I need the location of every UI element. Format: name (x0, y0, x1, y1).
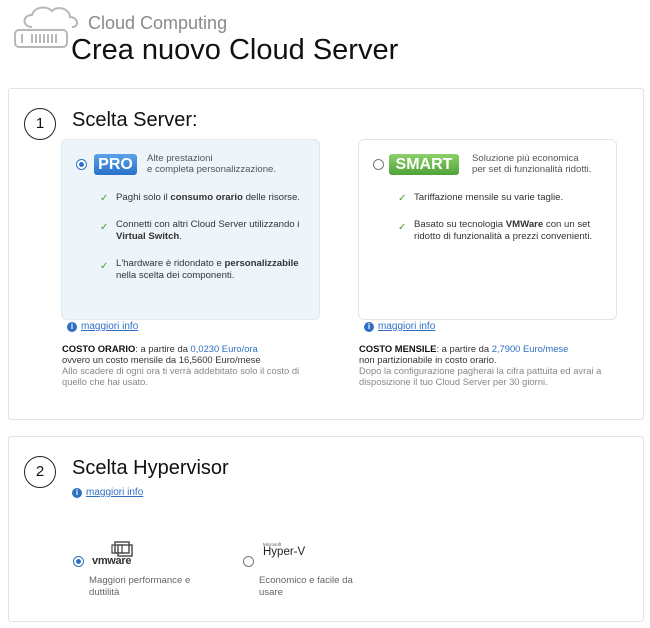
step-number-1: 1 (24, 108, 56, 140)
pro-server-card[interactable]: PRO Alte prestazioni e completa personal… (61, 139, 320, 320)
server-choice-section: 1 Scelta Server: PRO Alte prestazioni e … (8, 88, 644, 420)
check-icon: ✓ (398, 193, 407, 204)
hyperv-description: Economico e facile da usare (259, 575, 353, 598)
page-header: Cloud Computing Crea nuovo Cloud Server (0, 0, 650, 80)
vmware-description: Maggiori performance e duttilità (89, 575, 191, 598)
pro-more-info[interactable]: i maggiori info (67, 321, 138, 332)
smart-description: Soluzione più economica per set di funzi… (472, 153, 591, 175)
smart-desc-line2: per set di funzionalità ridotti. (472, 164, 592, 175)
brand-label: Cloud Computing (88, 13, 228, 33)
page-title: Crea nuovo Cloud Server (71, 34, 399, 66)
pro-feature-2: Connetti con altri Cloud Server utilizza… (116, 219, 300, 242)
smart-radio[interactable] (373, 159, 384, 170)
pro-feature-1: Paghi solo il consumo orario delle risor… (116, 192, 300, 203)
hyperv-logo-text: Hyper-V (263, 546, 306, 558)
smart-server-card[interactable]: SMART Soluzione più economica per set di… (358, 139, 617, 320)
smart-feature-1: Tariffazione mensile su varie taglie. (414, 192, 564, 203)
section-title-hypervisor: Scelta Hypervisor (72, 457, 229, 479)
smart-more-info[interactable]: i maggiori info (364, 321, 435, 332)
check-icon: ✓ (100, 193, 109, 204)
smart-desc-line1: Soluzione più economica (472, 153, 579, 164)
info-icon: i (67, 321, 77, 332)
pro-description: Alte prestazioni e completa personalizza… (147, 153, 276, 175)
check-icon: ✓ (398, 222, 407, 233)
pro-more-info-link[interactable]: maggiori info (81, 321, 138, 332)
hypervisor-choice-section: 2 Scelta Hypervisor i maggiori info vmwar… (8, 436, 644, 622)
pro-radio[interactable] (76, 159, 87, 170)
step-number-2: 2 (24, 456, 56, 488)
smart-more-info-link[interactable]: maggiori info (378, 321, 435, 332)
smart-feature-2: Basato su tecnologia VMWare con un set ri… (414, 219, 593, 242)
pro-desc-line1: Alte prestazioni (147, 153, 213, 164)
info-icon: i (72, 487, 82, 498)
pro-price-block: COSTO ORARIO: a partire da 0,0230 Euro/o… (62, 343, 300, 387)
smart-badge: SMART (389, 154, 459, 175)
vmware-logo-text: vmware (92, 555, 132, 567)
pro-feature-3: L'hardware è ridondato e personalizzabil… (116, 258, 299, 281)
section-title-server: Scelta Server: (72, 109, 198, 131)
pro-badge: PRO (94, 154, 137, 175)
pro-desc-line2: e completa personalizzazione. (147, 164, 277, 175)
info-icon: i (364, 321, 374, 332)
check-icon: ✓ (100, 222, 109, 233)
hypervisor-more-info-link[interactable]: maggiori info (86, 487, 143, 498)
hypervisor-more-info[interactable]: i maggiori info (72, 487, 143, 498)
hyperv-radio[interactable] (243, 556, 254, 567)
vmware-radio[interactable] (73, 556, 84, 567)
check-icon: ✓ (100, 261, 109, 272)
smart-price-block: COSTO MENSILE: a partire da 2,7900 Euro/… (359, 343, 602, 387)
